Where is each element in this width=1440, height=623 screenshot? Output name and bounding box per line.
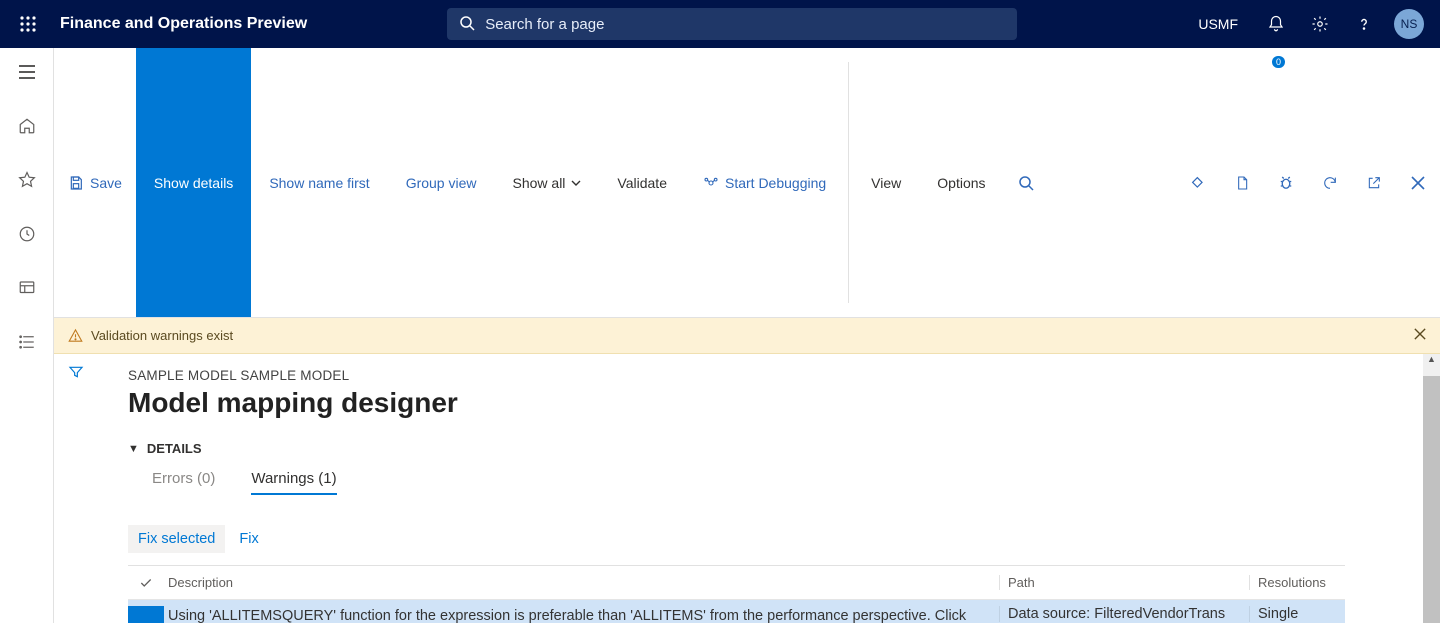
close-button[interactable]: [1396, 48, 1440, 317]
validation-warning-banner: Validation warnings exist: [54, 318, 1440, 354]
star-icon: [18, 171, 36, 189]
search-icon: [1018, 175, 1034, 191]
cell-path: Data source: FilteredVendorTrans: [999, 606, 1249, 622]
home-icon: [18, 117, 36, 135]
validate-button[interactable]: Validate: [599, 48, 685, 317]
details-section-header[interactable]: ▼ DETAILS: [128, 441, 1410, 456]
hamburger-icon: [18, 65, 36, 79]
popout-icon: [1366, 175, 1382, 191]
select-all-checkbox[interactable]: [128, 566, 164, 599]
scrollbar-thumb[interactable]: [1423, 376, 1440, 623]
environment-label[interactable]: USMF: [1198, 16, 1238, 32]
help-button[interactable]: [1350, 10, 1378, 38]
trace-badge: 0: [1272, 56, 1285, 68]
list-icon: [18, 333, 36, 351]
nav-hamburger-button[interactable]: [11, 56, 43, 88]
workspace-icon: [18, 279, 36, 297]
nav-favorites-button[interactable]: [11, 164, 43, 196]
topbar: Finance and Operations Preview Search fo…: [0, 0, 1440, 48]
col-path[interactable]: Path: [999, 575, 1249, 590]
debug-icon: [703, 175, 719, 191]
nav-workspaces-button[interactable]: [11, 272, 43, 304]
checkmark-icon: [139, 576, 153, 590]
options-menu[interactable]: Options: [919, 48, 1003, 317]
bug-icon: [1277, 174, 1295, 192]
nav-home-button[interactable]: [11, 110, 43, 142]
filter-button[interactable]: [68, 364, 84, 623]
filter-icon: [68, 364, 84, 380]
banner-text: Validation warnings exist: [91, 328, 233, 343]
view-menu[interactable]: View: [853, 48, 919, 317]
start-debugging-button[interactable]: Start Debugging: [685, 48, 844, 317]
refresh-button[interactable]: [1308, 48, 1352, 317]
command-bar: Save Show details Show name first Group …: [54, 48, 1440, 318]
breadcrumb: SAMPLE MODEL SAMPLE MODEL: [128, 368, 1410, 383]
collapse-caret-icon: ▼: [128, 443, 139, 455]
col-resolutions[interactable]: Resolutions: [1249, 575, 1345, 590]
topbar-right: USMF NS: [1198, 9, 1424, 39]
vertical-scrollbar[interactable]: ▲ ▼: [1423, 354, 1440, 623]
cell-resolutions: Single: [1249, 606, 1345, 622]
fix-button[interactable]: Fix: [229, 525, 268, 553]
user-avatar[interactable]: NS: [1394, 9, 1424, 39]
save-icon: [68, 175, 84, 191]
nav-recent-button[interactable]: [11, 218, 43, 250]
group-view-button[interactable]: Group view: [388, 48, 495, 317]
left-nav-rail: [0, 48, 54, 623]
bell-icon: [1267, 15, 1285, 33]
question-icon: [1355, 15, 1373, 33]
nav-modules-button[interactable]: [11, 326, 43, 358]
gear-icon: [1311, 15, 1329, 33]
scroll-up-icon: ▲: [1423, 354, 1440, 364]
row-checkbox[interactable]: [128, 606, 164, 623]
notifications-button[interactable]: [1262, 10, 1290, 38]
col-description[interactable]: Description: [164, 573, 999, 593]
settings-button[interactable]: [1306, 10, 1334, 38]
refresh-icon: [1322, 175, 1338, 191]
tab-errors[interactable]: Errors (0): [152, 470, 215, 495]
page-title: Model mapping designer: [128, 387, 1410, 419]
find-button[interactable]: [1004, 48, 1048, 317]
banner-close-button[interactable]: [1414, 328, 1426, 343]
clock-icon: [18, 225, 36, 243]
trace-button[interactable]: 0: [1264, 48, 1308, 317]
attachments-button[interactable]: [1220, 48, 1264, 317]
table-row[interactable]: Using 'ALLITEMSQUERY' function for the e…: [128, 600, 1345, 623]
close-icon: [1411, 176, 1425, 190]
chevron-down-icon: [571, 178, 581, 188]
show-details-button[interactable]: Show details: [136, 48, 251, 317]
page-icon: [1234, 175, 1250, 191]
search-input[interactable]: Search for a page: [447, 8, 1017, 40]
warnings-table: Description Path Resolutions Using 'ALLI…: [128, 565, 1345, 623]
tab-warnings[interactable]: Warnings (1): [251, 470, 336, 495]
app-launcher-button[interactable]: [8, 0, 48, 48]
search-placeholder: Search for a page: [485, 16, 604, 33]
close-icon: [1414, 328, 1426, 340]
show-name-first-button[interactable]: Show name first: [251, 48, 387, 317]
cell-description: Using 'ALLITEMSQUERY' function for the e…: [164, 606, 999, 623]
warning-icon: [68, 328, 83, 343]
search-icon: [459, 15, 475, 34]
diamond-icon: [1190, 175, 1206, 191]
table-header-row: Description Path Resolutions: [128, 566, 1345, 600]
waffle-icon: [20, 16, 36, 32]
show-all-dropdown[interactable]: Show all: [495, 48, 600, 317]
app-title: Finance and Operations Preview: [60, 15, 307, 33]
related-button[interactable]: [1176, 48, 1220, 317]
popout-button[interactable]: [1352, 48, 1396, 317]
fix-selected-button[interactable]: Fix selected: [128, 525, 225, 553]
save-button[interactable]: Save: [54, 48, 136, 317]
